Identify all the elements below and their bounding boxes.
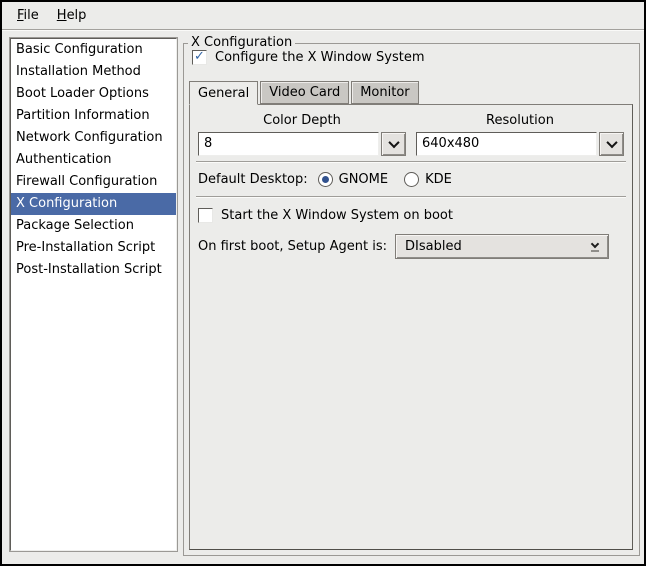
separator — [196, 196, 626, 198]
check-icon: ✓ — [194, 50, 205, 63]
sidebar-item-authentication[interactable]: Authentication — [11, 149, 176, 171]
chevron-down-icon — [606, 137, 617, 148]
color-depth-column: Color Depth 8 — [198, 113, 406, 156]
sidebar-item-x-configuration[interactable]: X Configuration — [11, 193, 176, 215]
setup-agent-label: On first boot, Setup Agent is: — [198, 239, 387, 254]
color-depth-dropdown-button[interactable] — [381, 132, 406, 156]
start-x-on-boot-label: Start the X Window System on boot — [221, 208, 453, 223]
depth-resolution-row: Color Depth 8 Resolution 640x4 — [198, 113, 624, 156]
setup-agent-value: DIsabled — [405, 239, 462, 254]
sidebar-item-basic-configuration[interactable]: Basic Configuration — [11, 39, 176, 61]
sidebar-item-network-configuration[interactable]: Network Configuration — [11, 127, 176, 149]
resolution-label: Resolution — [416, 113, 624, 128]
separator — [196, 161, 626, 163]
kickstart-configurator-window: File Help Basic Configuration Installati… — [0, 0, 646, 566]
tab-general[interactable]: General — [189, 81, 258, 105]
resolution-column: Resolution 640x480 — [416, 113, 624, 156]
default-desktop-row: Default Desktop: GNOME KDE — [198, 172, 624, 187]
chevron-down-icon — [388, 137, 399, 148]
gnome-radio[interactable] — [318, 172, 333, 187]
resolution-value[interactable]: 640x480 — [416, 132, 597, 156]
x-config-notebook: General Video Card Monitor Color Depth 8 — [189, 81, 633, 550]
gnome-radio-label: GNOME — [339, 172, 388, 187]
tab-monitor[interactable]: Monitor — [351, 81, 418, 104]
section-list: Basic Configuration Installation Method … — [10, 38, 177, 551]
sidebar-item-pre-installation-script[interactable]: Pre-Installation Script — [11, 237, 176, 259]
sidebar-item-post-installation-script[interactable]: Post-Installation Script — [11, 259, 176, 281]
frame-title: X Configuration — [188, 35, 295, 50]
menu-file[interactable]: File — [8, 4, 48, 27]
configure-x-row: ✓ Configure the X Window System — [192, 50, 425, 65]
sidebar-item-installation-method[interactable]: Installation Method — [11, 61, 176, 83]
setup-agent-row: On first boot, Setup Agent is: DIsabled — [198, 234, 624, 259]
option-menu-indicator-icon — [590, 241, 600, 252]
color-depth-combobox: 8 — [198, 132, 406, 156]
main-area: Basic Configuration Installation Method … — [2, 30, 644, 563]
sidebar-item-firewall-configuration[interactable]: Firewall Configuration — [11, 171, 176, 193]
start-x-row: Start the X Window System on boot — [198, 208, 624, 223]
menubar: File Help — [2, 2, 644, 30]
sidebar-item-boot-loader-options[interactable]: Boot Loader Options — [11, 83, 176, 105]
sidebar-item-package-selection[interactable]: Package Selection — [11, 215, 176, 237]
color-depth-value[interactable]: 8 — [198, 132, 379, 156]
menu-help-label: elp — [67, 8, 87, 23]
tab-strip: General Video Card Monitor — [189, 81, 633, 104]
radio-dot-icon — [322, 176, 329, 183]
tab-video-card[interactable]: Video Card — [260, 81, 349, 104]
start-x-on-boot-checkbox[interactable] — [198, 208, 213, 223]
kde-radio-label: KDE — [425, 172, 452, 187]
general-tab-page: Color Depth 8 Resolution 640x4 — [189, 104, 633, 550]
resolution-dropdown-button[interactable] — [599, 132, 624, 156]
configure-x-checkbox[interactable]: ✓ — [192, 50, 207, 65]
menu-help[interactable]: Help — [48, 4, 96, 27]
kde-radio[interactable] — [404, 172, 419, 187]
menu-help-mnemonic: H — [57, 8, 67, 23]
sidebar-item-partition-information[interactable]: Partition Information — [11, 105, 176, 127]
configure-x-label: Configure the X Window System — [215, 50, 425, 65]
color-depth-label: Color Depth — [198, 113, 406, 128]
x-configuration-frame: X Configuration ✓ Configure the X Window… — [183, 43, 640, 556]
resolution-combobox: 640x480 — [416, 132, 624, 156]
default-desktop-label: Default Desktop: — [198, 172, 308, 187]
setup-agent-option-menu[interactable]: DIsabled — [395, 234, 609, 259]
menu-file-label: ile — [24, 8, 39, 23]
